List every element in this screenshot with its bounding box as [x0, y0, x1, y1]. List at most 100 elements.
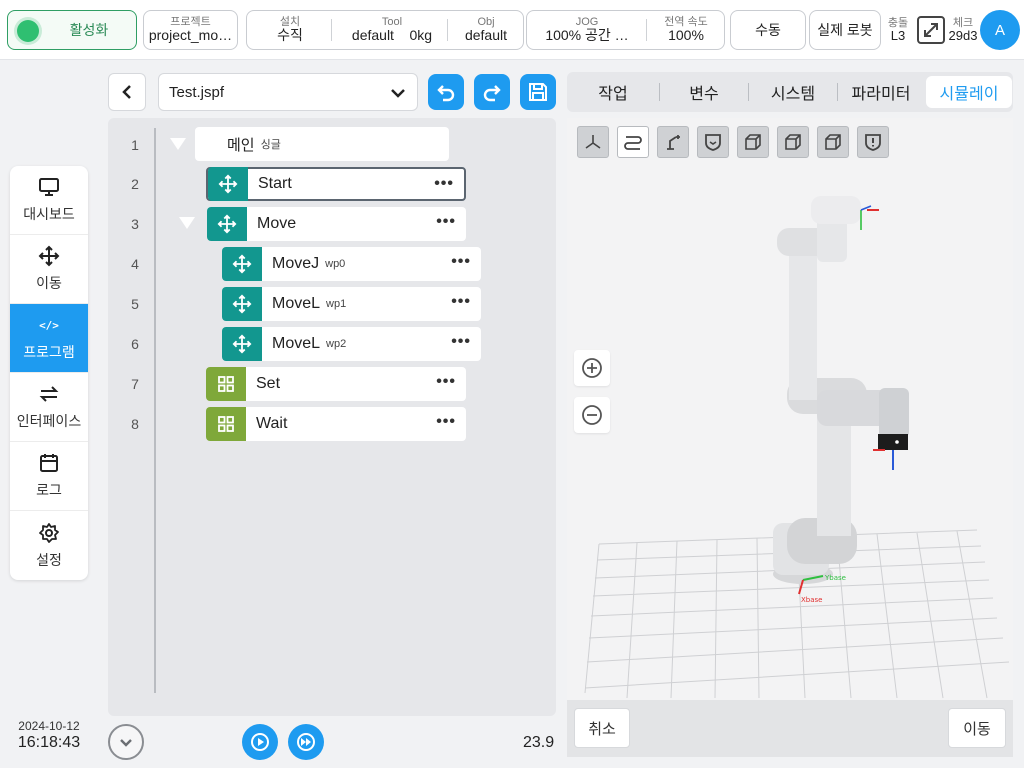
sidebar: 대시보드 이동 </> 프로그램 인터페이스 로그 설정 2024-10-12 …	[0, 61, 98, 768]
tab-parameters[interactable]: 파라미터	[838, 76, 924, 108]
install-label: 설치	[279, 16, 301, 29]
sidebar-item-label: 로그	[36, 482, 62, 498]
collapse-triangle-icon[interactable]	[170, 138, 186, 150]
gear-icon	[38, 522, 60, 544]
tree-node-wait[interactable]: Wait •••	[206, 407, 466, 441]
collapse-triangle-icon[interactable]	[179, 217, 195, 229]
move-arrows-icon	[222, 247, 262, 281]
sidebar-item-interface[interactable]: 인터페이스	[10, 373, 88, 442]
chevron-left-icon	[122, 85, 131, 99]
sidebar-item-log[interactable]: 로그	[10, 442, 88, 511]
obj-cell[interactable]: Obj default	[451, 13, 521, 47]
more-options-icon[interactable]: •••	[451, 294, 471, 310]
collapse-down-button[interactable]	[108, 724, 144, 760]
chevron-down-circle-icon	[120, 739, 132, 747]
real-robot-button[interactable]: 실제 로봇	[809, 10, 881, 50]
grid-icon	[206, 407, 246, 441]
node-label: MoveJ	[272, 255, 320, 272]
move-arrows-icon	[208, 167, 248, 201]
tree-node-move[interactable]: Move •••	[207, 207, 466, 241]
run-controls: 23.9	[98, 718, 564, 768]
cancel-button[interactable]: 취소	[574, 708, 630, 748]
sidebar-item-label: 인터페이스	[16, 413, 82, 429]
sidebar-item-label: 설정	[36, 551, 62, 568]
play-button[interactable]	[242, 724, 278, 760]
chevron-down-icon	[391, 89, 405, 98]
robot-shoulder	[777, 196, 861, 262]
more-options-icon[interactable]: •••	[451, 254, 471, 270]
tab-simulation[interactable]: 시뮬레이	[926, 76, 1012, 108]
sidebar-item-dashboard[interactable]: 대시보드	[10, 166, 88, 235]
tree-node-start[interactable]: Start •••	[206, 167, 466, 201]
manual-mode-button[interactable]: 수동	[730, 10, 806, 50]
checksum: 체크 29d3	[946, 12, 980, 48]
tool-cell[interactable]: Tool default 0kg	[337, 13, 447, 47]
step-forward-button[interactable]	[288, 724, 324, 760]
tree-node-movel[interactable]: MoveL wp1 •••	[222, 287, 481, 321]
line-number: 1	[131, 137, 139, 153]
sidebar-item-move[interactable]: 이동	[10, 235, 88, 304]
tree-node-set[interactable]: Set •••	[206, 367, 466, 401]
more-options-icon[interactable]: •••	[436, 414, 456, 430]
monitor-icon	[38, 176, 60, 198]
program-toolbar: Test.jspf	[98, 61, 564, 117]
node-sub: wp2	[326, 338, 347, 350]
redo-button[interactable]	[474, 74, 510, 110]
sidebar-nav: 대시보드 이동 </> 프로그램 인터페이스 로그 설정	[10, 166, 88, 580]
global-speed-label: 전역 속도	[664, 16, 708, 29]
code-icon: </>	[39, 318, 59, 332]
collision-value: L3	[890, 28, 906, 43]
more-options-icon[interactable]: •••	[451, 334, 471, 350]
more-options-icon[interactable]: •••	[436, 214, 456, 230]
obj-value: default	[464, 28, 508, 44]
jog-cell[interactable]: JOG 100% 공간 …	[531, 13, 643, 47]
back-button[interactable]	[108, 73, 146, 111]
tree-node-movel[interactable]: MoveL wp2 •••	[222, 327, 481, 361]
more-options-icon[interactable]: •••	[436, 374, 456, 390]
sidebar-item-label: 프로그램	[23, 344, 75, 360]
clock: 2024-10-12 16:18:43	[0, 719, 98, 753]
sidebar-item-program[interactable]: </> 프로그램	[10, 304, 88, 373]
file-select[interactable]: Test.jspf	[158, 73, 418, 111]
grid-icon	[206, 367, 246, 401]
global-speed-cell[interactable]: 전역 속도 100%	[649, 13, 723, 47]
tree-node-movej[interactable]: MoveJ wp0 •••	[222, 247, 481, 281]
sidebar-item-settings[interactable]: 설정	[10, 511, 88, 580]
save-button[interactable]	[520, 74, 556, 110]
move-arrows-icon	[222, 327, 262, 361]
install-tool-obj-panel[interactable]: 설치 수직 Tool default 0kg Obj default	[246, 10, 524, 50]
tab-variables[interactable]: 변수	[660, 76, 748, 108]
node-sub: 싱글	[260, 139, 281, 151]
move-button[interactable]: 이동	[948, 708, 1006, 748]
activate-button[interactable]: 활성화	[7, 10, 137, 50]
install-cell[interactable]: 설치 수직	[251, 13, 329, 47]
calendar-icon	[38, 452, 60, 474]
project-selector[interactable]: 프로젝트 project_mo…	[143, 10, 238, 50]
line-number: 4	[131, 256, 139, 272]
tab-task[interactable]: 작업	[567, 76, 659, 108]
date-text: 2024-10-12	[18, 719, 80, 733]
tree-node-main[interactable]: 메인 싱글	[195, 127, 449, 161]
axis-y-label: Ybase	[824, 574, 846, 582]
simulation-viewport[interactable]: Ybase Xbase	[567, 118, 1013, 700]
user-avatar[interactable]: A	[980, 10, 1020, 50]
project-value: project_mo…	[148, 28, 233, 44]
expand-icon[interactable]	[916, 15, 946, 45]
more-options-icon[interactable]: •••	[434, 176, 454, 192]
undo-button[interactable]	[428, 74, 464, 110]
line-number: 8	[131, 416, 139, 432]
viewport-footer: 취소 이동	[567, 700, 1013, 757]
line-number: 5	[131, 296, 139, 312]
tab-system[interactable]: 시스템	[749, 76, 837, 108]
collision-level[interactable]: 충돌 L3	[881, 12, 915, 48]
node-sub: wp1	[326, 298, 347, 310]
node-label: Set	[256, 375, 281, 392]
node-label: Wait	[256, 415, 288, 432]
robot-scene: Ybase Xbase	[584, 196, 1010, 699]
time-text: 16:18:43	[17, 734, 81, 752]
jog-speed-panel[interactable]: JOG 100% 공간 … 전역 속도 100%	[526, 10, 725, 50]
program-tree: 1 2 3 4 5 6 7 8 메인 싱글 Start ••• Move •••…	[108, 118, 556, 716]
activate-label: 활성화	[69, 22, 109, 38]
check-label: 체크	[952, 16, 974, 29]
save-icon	[529, 83, 547, 101]
